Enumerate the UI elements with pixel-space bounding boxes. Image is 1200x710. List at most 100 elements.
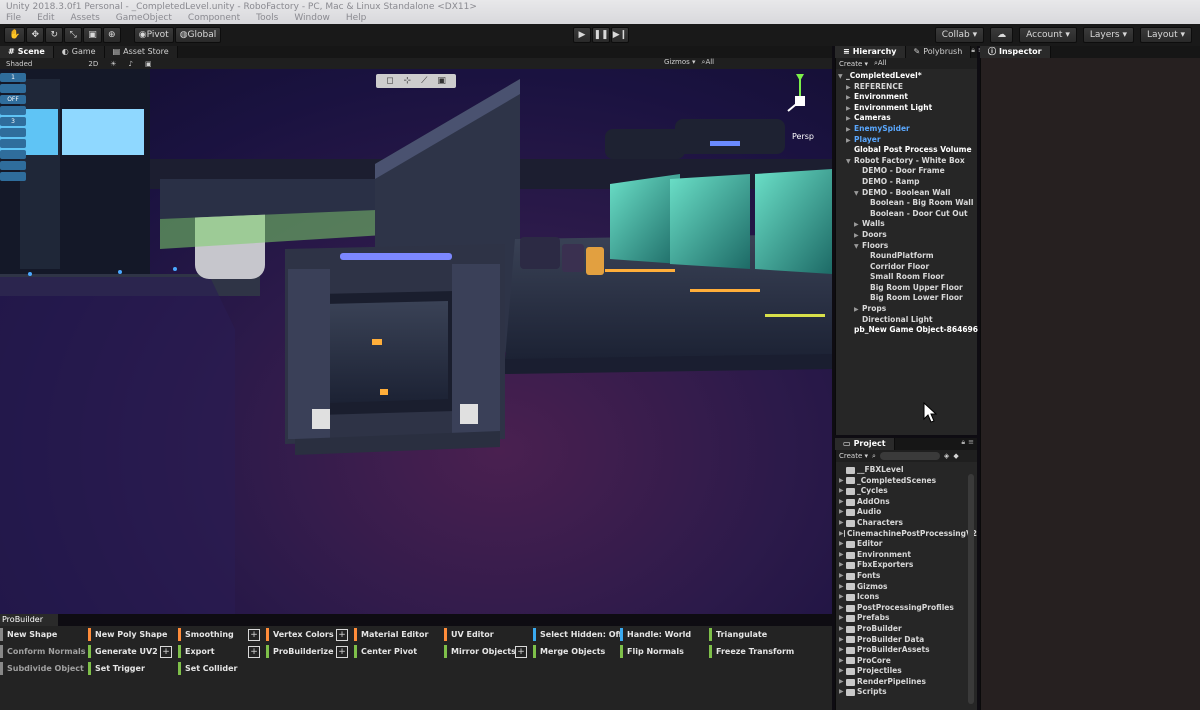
project-folder[interactable]: ▶ Scripts (836, 687, 977, 698)
expand-right-icon[interactable]: ▶ (846, 125, 854, 136)
options-plus-icon[interactable]: + (515, 646, 527, 658)
gizmos-dropdown[interactable]: Gizmos ▾ (664, 58, 696, 67)
viewport-mode-button[interactable] (0, 161, 26, 170)
viewport-mode-button[interactable]: OFF (0, 95, 26, 104)
viewport-mode-button[interactable] (0, 172, 26, 181)
audio-toggle-icon[interactable]: ♪ (126, 60, 136, 68)
expand-right-icon[interactable]: ▶ (839, 507, 846, 518)
project-folder[interactable]: ▶ Editor (836, 539, 977, 550)
hierarchy-search[interactable]: ⌕All (874, 59, 887, 68)
expand-right-icon[interactable]: ▶ (839, 497, 846, 508)
expand-right-icon[interactable]: ▶ (839, 529, 844, 540)
viewport-mode-button[interactable] (0, 139, 26, 148)
project-create-dropdown[interactable]: Create ▾ (839, 452, 868, 460)
project-folder[interactable]: ▶ Prefabs (836, 613, 977, 624)
move-tool-icon[interactable]: ✥ (26, 27, 45, 43)
options-plus-icon[interactable]: + (336, 629, 348, 641)
probuilder-action-button[interactable]: Center Pivot (354, 645, 417, 658)
object-mode-icon[interactable]: ◻ (386, 76, 393, 86)
hierarchy-item[interactable]: ▶ Doors (836, 230, 977, 241)
viewport-mode-button[interactable]: 1 (0, 73, 26, 82)
project-folder[interactable]: ▶ AddOns (836, 497, 977, 508)
pivot-button[interactable]: ◉ Pivot (133, 27, 174, 43)
edge-mode-icon[interactable]: ⟋ (421, 76, 427, 86)
project-scrollbar[interactable] (968, 474, 974, 704)
lighting-toggle-icon[interactable]: ☀ (107, 60, 119, 68)
project-folder[interactable]: ▶ Fonts (836, 571, 977, 582)
menu-item[interactable]: Tools (256, 13, 278, 23)
project-folder[interactable]: ▶ Gizmos (836, 582, 977, 593)
expand-down-icon[interactable]: ▼ (838, 72, 846, 83)
tab-hierarchy[interactable]: ≡ Hierarchy (835, 46, 906, 58)
face-mode-icon[interactable]: ▣ (437, 76, 446, 86)
hierarchy-item[interactable]: ▶ Environment (836, 92, 977, 103)
probuilder-action-button[interactable]: Set Trigger (88, 662, 145, 675)
hierarchy-item[interactable]: Boolean - Big Room Wall (836, 198, 977, 209)
hierarchy-item[interactable]: DEMO - Door Frame (836, 166, 977, 177)
global-button[interactable]: ◍ Global (174, 27, 222, 43)
probuilder-action-button[interactable]: Export (178, 645, 215, 658)
project-search-input[interactable] (879, 452, 940, 460)
shading-dropdown[interactable]: Shaded (3, 60, 35, 68)
label-icon[interactable]: ◆ (953, 452, 958, 460)
menu-icon[interactable]: ≡ (968, 438, 974, 450)
hierarchy-item[interactable]: DEMO - Ramp (836, 177, 977, 188)
expand-right-icon[interactable]: ▶ (839, 656, 846, 667)
probuilder-action-button[interactable]: New Shape (0, 628, 57, 641)
probuilder-action-button[interactable]: Select Hidden: Off (533, 628, 622, 641)
transform-tool-icon[interactable]: ⊕ (102, 27, 121, 43)
rotate-tool-icon[interactable]: ↻ (45, 27, 64, 43)
tab-project[interactable]: ▭ Project (835, 438, 895, 450)
viewport-mode-button[interactable] (0, 150, 26, 159)
collab-button[interactable]: Collab ▾ (934, 27, 985, 43)
viewport-mode-button[interactable] (0, 106, 26, 115)
menu-item[interactable]: Component (188, 13, 240, 23)
options-plus-icon[interactable]: + (248, 629, 260, 641)
tab-polybrush[interactable]: ✎ Polybrush (905, 46, 972, 58)
expand-right-icon[interactable]: ▶ (839, 582, 846, 593)
hierarchy-item[interactable]: ▶ Environment Light (836, 103, 977, 114)
probuilder-action-button[interactable]: New Poly Shape (88, 628, 167, 641)
viewport-mode-button[interactable] (0, 128, 26, 137)
menu-item[interactable]: Edit (37, 13, 54, 23)
probuilder-action-button[interactable]: Mirror Objects (444, 645, 516, 658)
2d-toggle[interactable]: 2D (85, 60, 101, 68)
account-dropdown[interactable]: Account ▾ (1019, 27, 1077, 43)
expand-down-icon[interactable]: ▼ (854, 242, 862, 253)
expand-right-icon[interactable]: ▶ (839, 677, 846, 688)
hierarchy-item[interactable]: Corridor Floor (836, 262, 977, 273)
lock-icon[interactable]: 🔒︎ (961, 438, 965, 450)
viewport-mode-button[interactable] (0, 84, 26, 93)
hierarchy-item[interactable]: Small Room Floor (836, 272, 977, 283)
hierarchy-item[interactable]: ▶ Cameras (836, 113, 977, 124)
hierarchy-item[interactable]: Big Room Upper Floor (836, 283, 977, 294)
hierarchy-item[interactable]: ▶ Player (836, 135, 977, 146)
probuilder-action-button[interactable]: Vertex Colors (266, 628, 334, 641)
cloud-icon[interactable]: ☁ (990, 27, 1014, 43)
probuilder-action-button[interactable]: Flip Normals (620, 645, 684, 658)
expand-right-icon[interactable]: ▶ (839, 666, 846, 677)
probuilder-action-button[interactable]: Generate UV2 (88, 645, 158, 658)
project-folder[interactable]: ▶ Icons (836, 592, 977, 603)
expand-right-icon[interactable]: ▶ (839, 687, 846, 698)
hierarchy-item[interactable]: ▶ Props (836, 304, 977, 315)
hierarchy-create-dropdown[interactable]: Create ▾ (839, 60, 868, 68)
options-plus-icon[interactable]: + (336, 646, 348, 658)
expand-right-icon[interactable]: ▶ (839, 603, 846, 614)
tab-game[interactable]: ◐ Game (53, 46, 105, 58)
persp-label[interactable]: Persp (792, 132, 814, 141)
menu-item[interactable]: Window (294, 13, 330, 23)
hierarchy-item[interactable]: ▶ REFERENCE (836, 82, 977, 93)
project-folder[interactable]: ▶ CinemachinePostProcessingV2 (836, 529, 977, 540)
probuilder-action-button[interactable]: Triangulate (709, 628, 767, 641)
expand-right-icon[interactable]: ▶ (839, 635, 846, 646)
probuilder-action-button[interactable]: Smoothing (178, 628, 234, 641)
viewport-mode-button[interactable]: 3 (0, 117, 26, 126)
probuilder-action-button[interactable]: Subdivide Object (0, 662, 84, 675)
project-folder[interactable]: ▶ _CompletedScenes (836, 476, 977, 487)
scale-tool-icon[interactable]: ⤡ (64, 27, 83, 43)
project-folder[interactable]: ▶ PostProcessingProfiles (836, 603, 977, 614)
expand-right-icon[interactable]: ▶ (839, 486, 846, 497)
hierarchy-item[interactable]: ▼ Robot Factory - White Box (836, 156, 977, 167)
probuilder-action-button[interactable]: UV Editor (444, 628, 494, 641)
